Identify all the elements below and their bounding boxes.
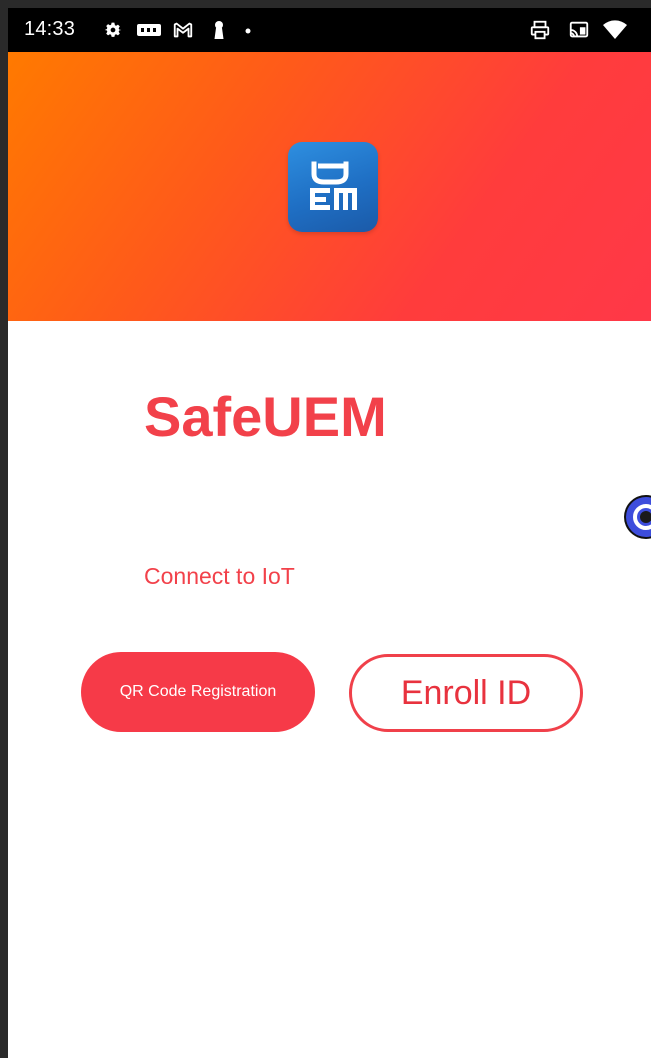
keyhole-icon xyxy=(208,19,230,41)
gmail-icon xyxy=(172,19,194,41)
floating-assistant-icon[interactable] xyxy=(626,497,651,537)
wifi-icon xyxy=(602,19,628,41)
enroll-id-button[interactable]: Enroll ID xyxy=(349,654,583,732)
header-banner xyxy=(8,52,651,321)
printer-icon xyxy=(529,19,551,41)
floating-assistant-dot xyxy=(640,511,651,523)
dot-icon xyxy=(240,19,256,41)
fik-badge-icon xyxy=(136,19,162,41)
status-time: 14:33 xyxy=(24,18,76,40)
connect-iot-label: Connect to IoT xyxy=(144,563,295,589)
gear-icon xyxy=(102,19,124,41)
app-title: SafeUEM xyxy=(144,385,387,448)
qr-code-registration-button[interactable]: QR Code Registration xyxy=(81,652,315,732)
app-screen: 14:33 SafeUEM Connect to IoT QR Code Reg… xyxy=(8,8,651,1058)
uem-logo-icon xyxy=(288,142,378,232)
status-bar: 14:33 xyxy=(8,8,651,52)
cast-icon xyxy=(568,19,590,41)
